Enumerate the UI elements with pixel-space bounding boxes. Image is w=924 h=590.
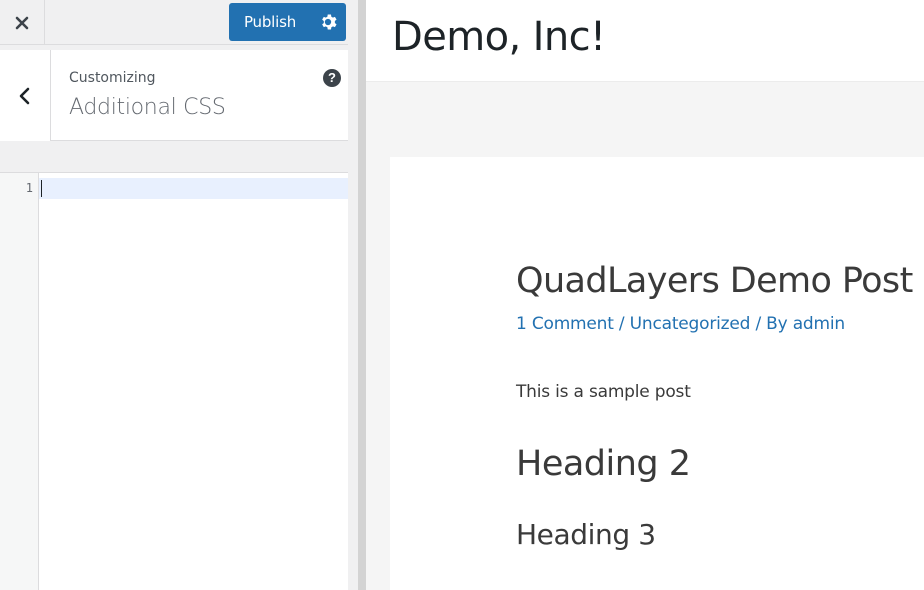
help-button[interactable]: ? xyxy=(323,69,341,87)
customizer-sidebar: Publish Customizing Additional CSS ? 1 xyxy=(0,0,358,590)
back-button[interactable] xyxy=(0,50,51,141)
meta-by-label: / By xyxy=(750,314,793,334)
section-header: Customizing Additional CSS ? xyxy=(0,50,358,141)
publish-settings-button[interactable] xyxy=(309,3,346,41)
site-title[interactable]: Demo, Inc! xyxy=(392,14,606,60)
css-textarea[interactable] xyxy=(39,173,348,590)
active-line-highlight xyxy=(39,178,348,199)
publish-button[interactable]: Publish xyxy=(229,13,309,31)
close-icon xyxy=(15,16,29,29)
section-title: Additional CSS xyxy=(69,95,226,120)
line-number: 1 xyxy=(25,181,33,195)
css-code-editor: 1 xyxy=(0,172,348,590)
chevron-left-icon xyxy=(19,87,30,104)
sidebar-scrollbar[interactable] xyxy=(348,0,358,590)
post-body-text: This is a sample post xyxy=(516,382,691,402)
heading-2: Heading 2 xyxy=(516,444,691,484)
meta-separator: / xyxy=(613,314,630,334)
text-cursor xyxy=(41,180,42,197)
customizer-header: Publish xyxy=(0,0,358,45)
category-link[interactable]: Uncategorized xyxy=(630,314,751,334)
heading-3: Heading 3 xyxy=(516,518,656,551)
post-title[interactable]: QuadLayers Demo Post xyxy=(516,261,913,301)
author-link[interactable]: admin xyxy=(793,314,845,334)
close-button[interactable] xyxy=(0,0,45,45)
breadcrumb: Customizing xyxy=(69,70,156,86)
comments-link[interactable]: 1 Comment xyxy=(516,314,614,334)
site-preview: Demo, Inc! QuadLayers Demo Post 1 Commen… xyxy=(366,0,924,590)
line-number-gutter: 1 xyxy=(0,173,39,590)
post-article: QuadLayers Demo Post 1 Comment / Uncateg… xyxy=(390,157,924,590)
site-header: Demo, Inc! xyxy=(366,0,924,82)
gear-icon xyxy=(321,14,337,30)
publish-button-group: Publish xyxy=(229,3,346,41)
post-meta: 1 Comment / Uncategorized / By admin xyxy=(516,314,845,334)
pane-divider xyxy=(358,0,366,590)
